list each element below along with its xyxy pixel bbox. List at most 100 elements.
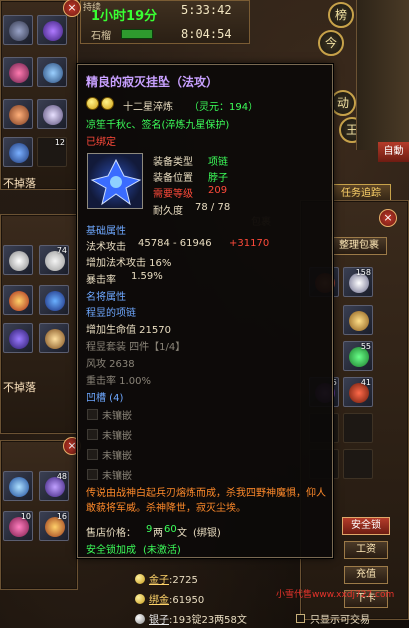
bound-gold-value: :61950 <box>169 595 205 606</box>
item-tooltip: 精良的寂灭挂坠（法攻） 十二星淬炼 （灵元：194） 凉笙千秋c、签名(淬炼九星… <box>77 64 333 558</box>
bound-gold-row: 绑金:61950 <box>135 591 204 606</box>
bag-slot[interactable]: 55 <box>343 341 373 371</box>
silver-row: 银子:193锭23两58文 <box>135 611 247 626</box>
close-icon[interactable]: × <box>379 209 397 227</box>
activity-button[interactable]: 动 <box>330 90 356 116</box>
left-bottom-panel: × 48 10 16 <box>0 437 81 590</box>
smiley-icon <box>101 97 114 110</box>
equip-slot[interactable] <box>37 57 67 87</box>
empty-socket-icon <box>87 449 98 460</box>
tradable-only-checkbox[interactable] <box>296 614 305 623</box>
socket-status: 未镶嵌 <box>102 411 132 422</box>
bound-gold-label: 绑金 <box>149 595 169 606</box>
item-slot-value: 脖子 <box>208 173 228 184</box>
add-hp: 增加生命值 21570 <box>86 325 171 336</box>
equip-slot[interactable] <box>3 137 33 167</box>
equip-slot[interactable] <box>37 15 67 45</box>
safe-lock-bonus: 安全锁加成 <box>86 545 136 556</box>
equip-slot[interactable] <box>3 57 33 87</box>
salary-button[interactable]: 工资 <box>344 541 388 559</box>
sort-bag-button[interactable]: 整理包裹 <box>331 237 387 255</box>
price-label: 售店价格： <box>86 528 136 539</box>
item-title: 精良的寂灭挂坠（法攻） <box>86 75 219 89</box>
price-value-b: 60 <box>164 524 177 535</box>
bag-slot[interactable] <box>343 449 373 479</box>
right-ornament-panel <box>356 0 409 150</box>
famous-attr-header: 名将属性 <box>86 292 126 303</box>
bound-status: 已绑定 <box>86 137 116 148</box>
empty-socket-icon <box>87 429 98 440</box>
bag-slot[interactable]: 16 <box>39 511 69 541</box>
crit-label: 暴击率 <box>86 275 116 286</box>
empty-socket-icon <box>87 409 98 420</box>
equip-slot[interactable]: 12 <box>37 137 67 167</box>
equip-slot[interactable] <box>3 99 33 129</box>
timer-value-1: 5:33:42 <box>181 3 232 17</box>
crit-value: 1.59% <box>131 271 163 282</box>
recharge-button[interactable]: 充值 <box>344 566 388 584</box>
item-lore: 传说由战神白起兵刃熔炼而成，杀我四野神魔惧，仰人敢藐将军威。杀神降世，寂灭尘埃。 <box>86 488 326 514</box>
timer-progress-bar <box>121 29 153 39</box>
bag-slot[interactable] <box>3 285 33 315</box>
socket-status: 未镶嵌 <box>102 451 132 462</box>
gold-label: 金子 <box>149 575 169 586</box>
silver-value: :193锭23两58文 <box>169 615 247 626</box>
empty-socket-icon <box>87 469 98 480</box>
bag-slot[interactable] <box>3 323 33 353</box>
item-type-value: 项链 <box>208 157 228 168</box>
set-progress: 程昱套装 四件【1/4】 <box>86 342 186 353</box>
socket-status: 未镶嵌 <box>102 471 132 482</box>
equip-slot[interactable] <box>3 15 33 45</box>
safe-lock-button[interactable]: 安全锁 <box>342 517 390 535</box>
heavy-hit: 重击率 1.00% <box>86 376 151 387</box>
bag-slot[interactable]: 10 <box>3 511 33 541</box>
price-bound-note: (绑银) <box>193 528 221 539</box>
bound-gold-coin-icon <box>135 594 145 604</box>
no-drop-label: 不掉落 <box>3 381 36 394</box>
bag-slot[interactable] <box>39 323 69 353</box>
level-req-value: 209 <box>208 185 228 196</box>
spirit-value: （灵元：194） <box>189 102 259 113</box>
gold-row: 金子:2725 <box>135 571 198 586</box>
timer-label-2: 石榴 <box>91 31 111 42</box>
bag-slot[interactable]: 158 <box>343 267 373 297</box>
safe-lock-status: (未激活) <box>143 545 181 556</box>
gold-value: :2725 <box>169 575 198 586</box>
inc-magic-atk: 增加法术攻击 16% <box>86 258 172 269</box>
socket-header: 凹槽 (4) <box>86 393 124 404</box>
bag-slot[interactable] <box>3 471 33 501</box>
equip-slot[interactable] <box>37 99 67 129</box>
silver-label: 银子 <box>149 615 169 626</box>
buff-timer-panel: 持续 1小时19分 5:33:42 石榴 8:04:54 <box>80 0 250 44</box>
item-slot-label: 装备位置 <box>153 173 193 184</box>
auto-button[interactable]: 自動 <box>378 142 409 162</box>
magic-atk-value: 45784 - 61946 <box>138 238 212 249</box>
price-unit-a: 两 <box>153 528 163 539</box>
bag-slot[interactable] <box>343 413 373 443</box>
bag-slot[interactable]: 74 <box>39 245 69 275</box>
tradable-only-label: 只显示可交易 <box>310 615 370 626</box>
bag-slot[interactable] <box>3 245 33 275</box>
ranking-button[interactable]: 榜 <box>328 2 354 28</box>
item-type-label: 装备类型 <box>153 157 193 168</box>
bag-slot[interactable] <box>343 305 373 335</box>
smiley-icon <box>86 97 99 110</box>
price-value-a: 9 <box>146 524 153 535</box>
magic-atk-label: 法术攻击 <box>86 242 126 253</box>
durability-value: 78 / 78 <box>195 202 231 213</box>
watermark: 小雪代售www.xxdj727.com <box>276 590 395 600</box>
silver-coin-icon <box>135 614 145 624</box>
bag-slot[interactable]: 41 <box>343 377 373 407</box>
no-drop-label: 不掉落 <box>3 177 36 190</box>
bag-slot[interactable]: 48 <box>39 471 69 501</box>
price-unit-b: 文 <box>177 528 187 539</box>
today-button[interactable]: 今 <box>318 30 344 56</box>
pendant-icon <box>87 153 143 209</box>
timer-value-2: 8:04:54 <box>181 27 232 41</box>
bag-slot[interactable] <box>39 285 69 315</box>
base-attr-header: 基础属性 <box>86 226 126 237</box>
signature-line: 凉笙千秋c、签名(淬炼九星保护) <box>86 120 230 131</box>
magic-atk-bonus: +31170 <box>229 238 270 249</box>
remaining-time-green: 1小时19分 <box>91 9 158 24</box>
socket-status: 未镶嵌 <box>102 431 132 442</box>
